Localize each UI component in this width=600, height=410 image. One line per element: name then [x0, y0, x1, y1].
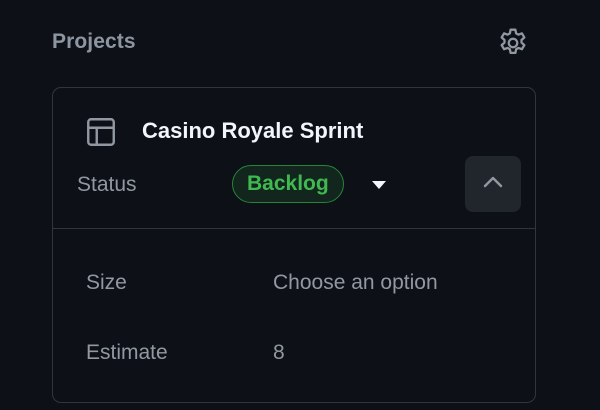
field-label: Size — [86, 271, 127, 294]
size-field-value[interactable]: Choose an option — [273, 271, 438, 295]
project-card: Casino Royale Sprint Status Backlog Size… — [52, 87, 536, 403]
field-row-estimate: Estimate 8 — [53, 333, 535, 373]
collapse-button[interactable] — [465, 156, 521, 212]
chevron-up-icon — [482, 175, 504, 194]
status-badge[interactable]: Backlog — [232, 165, 344, 203]
table-icon — [83, 114, 119, 150]
estimate-field-value[interactable]: 8 — [273, 341, 285, 365]
project-card-header: Casino Royale Sprint Status Backlog — [53, 88, 535, 229]
project-name-link[interactable]: Casino Royale Sprint — [142, 118, 363, 144]
gear-icon[interactable] — [496, 26, 530, 60]
field-row-size: Size Choose an option — [53, 263, 535, 303]
projects-section-header: Projects — [52, 28, 536, 60]
caret-down-icon[interactable] — [368, 176, 390, 194]
field-label: Estimate — [86, 341, 168, 364]
status-label: Status — [77, 173, 137, 196]
section-title: Projects — [52, 30, 136, 53]
